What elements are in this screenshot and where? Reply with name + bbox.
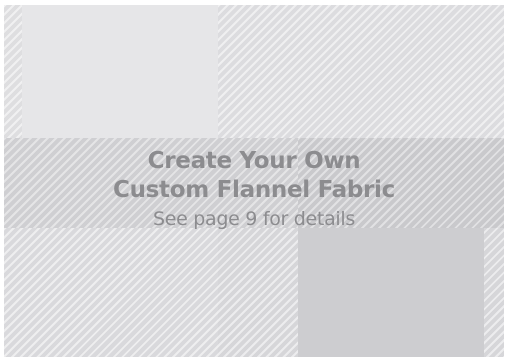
plaid-block bbox=[4, 5, 22, 138]
plaid-block bbox=[4, 228, 218, 357]
banner-subtitle: See page 9 for details bbox=[153, 208, 355, 230]
banner-title-line-1: Create Your Own bbox=[147, 148, 361, 174]
plaid-block bbox=[22, 5, 218, 138]
plaid-block bbox=[298, 228, 484, 357]
banner-title-line-2: Custom Flannel Fabric bbox=[113, 177, 395, 203]
plaid-block bbox=[218, 5, 504, 138]
flannel-ad-banner[interactable]: Create Your Own Custom Flannel Fabric Se… bbox=[0, 0, 508, 362]
banner-text: Create Your Own Custom Flannel Fabric Se… bbox=[0, 147, 508, 232]
